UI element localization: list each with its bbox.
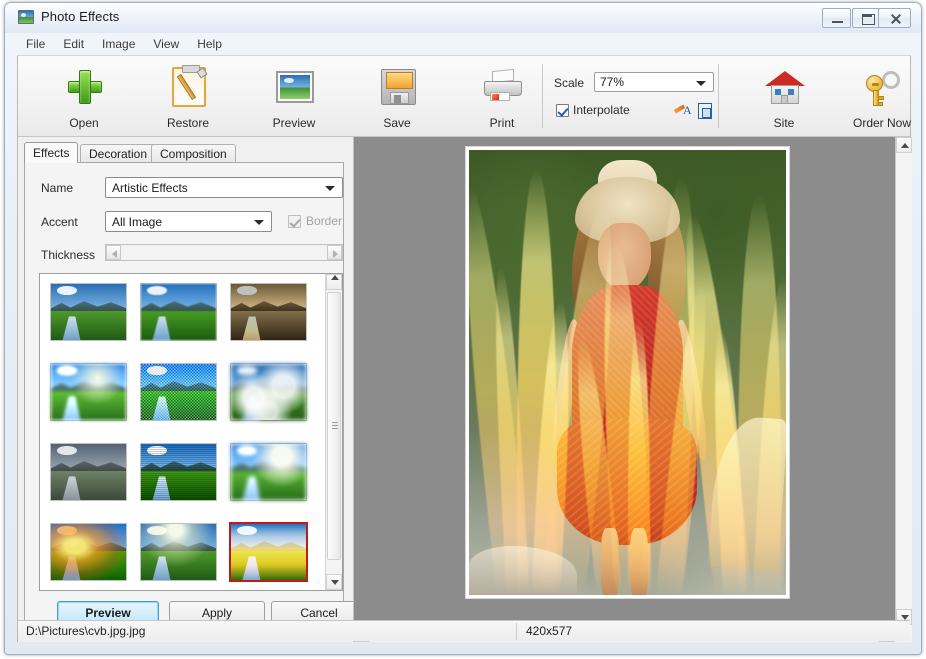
border-label: Border bbox=[306, 214, 343, 228]
client-area: Open Restore Preview Save Print Scale 77… bbox=[17, 55, 912, 642]
scroll-down-button[interactable] bbox=[326, 574, 342, 590]
chevron-down-icon bbox=[325, 186, 335, 191]
restore-button[interactable]: Restore bbox=[140, 62, 236, 132]
accent-combobox[interactable]: All Image bbox=[105, 211, 272, 232]
tab-effects[interactable]: Effects bbox=[24, 142, 79, 163]
interpolate-row: Interpolate A bbox=[554, 102, 714, 122]
preview-toolbar-button[interactable]: Preview bbox=[246, 62, 342, 132]
application-window: Photo Effects File Edit Image View Help … bbox=[4, 2, 922, 655]
thickness-label: Thickness bbox=[41, 248, 96, 262]
title-bar: Photo Effects bbox=[5, 3, 921, 33]
printer-icon bbox=[478, 64, 526, 112]
site-button-label: Site bbox=[773, 116, 795, 130]
status-file-path: D:\Pictures\cvb.jpg.jpg bbox=[26, 624, 146, 638]
left-panel: Effects Decoration Composition Name Arti… bbox=[18, 137, 367, 642]
save-button-label: Save bbox=[383, 116, 411, 130]
menu-item-image[interactable]: Image bbox=[93, 35, 144, 54]
toolbar-separator bbox=[542, 64, 543, 128]
preview-button-label: Preview bbox=[272, 116, 316, 130]
toolbar-separator bbox=[718, 64, 719, 128]
clipboard-pencil-icon bbox=[164, 64, 212, 112]
interpolate-checkbox[interactable] bbox=[556, 104, 569, 117]
scrollbar-thumb[interactable] bbox=[327, 292, 341, 560]
menu-bar: File Edit Image View Help bbox=[17, 35, 911, 54]
print-button-label: Print bbox=[489, 116, 515, 130]
thumbnail-original[interactable] bbox=[50, 283, 127, 341]
thumbnail-soft-focus[interactable] bbox=[140, 283, 217, 341]
plus-icon bbox=[60, 64, 108, 112]
scale-value: 77% bbox=[600, 75, 625, 89]
print-button[interactable]: Print bbox=[454, 62, 550, 132]
toolbar: Open Restore Preview Save Print Scale 77… bbox=[18, 56, 911, 137]
thumbnail-bloom[interactable] bbox=[230, 443, 307, 501]
scale-group: Scale 77% Interpolate A bbox=[554, 66, 714, 128]
thickness-slider bbox=[105, 244, 343, 261]
restore-button-label: Restore bbox=[166, 116, 210, 130]
image-viewport[interactable] bbox=[353, 137, 912, 642]
status-dimensions: 420x577 bbox=[526, 624, 573, 638]
photo-icon bbox=[18, 10, 34, 24]
window-title: Photo Effects bbox=[41, 9, 120, 24]
scale-combobox[interactable]: 77% bbox=[594, 72, 714, 92]
accent-value: All Image bbox=[112, 215, 163, 229]
preview-image bbox=[469, 150, 786, 595]
thumbnail-pointillize[interactable] bbox=[140, 363, 217, 421]
viewport-scroll-up-button[interactable] bbox=[896, 137, 912, 153]
tab-decoration[interactable]: Decoration bbox=[80, 144, 157, 163]
viewport-vertical-scrollbar[interactable] bbox=[895, 137, 912, 625]
house-icon bbox=[760, 64, 808, 112]
save-button[interactable]: Save bbox=[349, 62, 445, 132]
close-icon bbox=[879, 9, 910, 27]
site-button[interactable]: Site bbox=[736, 62, 832, 132]
menu-item-edit[interactable]: Edit bbox=[54, 35, 93, 54]
save-document-icon[interactable] bbox=[698, 103, 712, 119]
image-canvas bbox=[465, 146, 790, 599]
tab-strip: Effects Decoration Composition bbox=[24, 142, 344, 163]
floppy-disk-icon bbox=[373, 64, 421, 112]
thickness-increase-button bbox=[327, 245, 342, 260]
minimize-icon bbox=[823, 9, 850, 27]
thumbnail-sepia-dark[interactable] bbox=[230, 283, 307, 341]
thumbnail-clouds[interactable] bbox=[230, 363, 307, 421]
photo-icon bbox=[270, 64, 318, 112]
thumbnail-grayscale-tint[interactable] bbox=[50, 443, 127, 501]
thickness-decrease-button bbox=[106, 245, 121, 260]
key-icon bbox=[858, 64, 906, 112]
thumbnail-sunburst[interactable] bbox=[140, 523, 217, 581]
thumbnail-sunset[interactable] bbox=[50, 523, 127, 581]
status-separator bbox=[516, 623, 517, 640]
order-now-button-label: Order Now bbox=[852, 116, 911, 130]
scale-label: Scale bbox=[554, 76, 585, 90]
effect-name-combobox[interactable]: Artistic Effects bbox=[105, 177, 343, 198]
chevron-down-icon bbox=[696, 81, 706, 86]
effects-thumbnail-list[interactable] bbox=[39, 273, 343, 591]
chevron-down-icon bbox=[254, 220, 264, 225]
text-tool-icon[interactable]: A bbox=[673, 103, 692, 119]
interpolate-label: Interpolate bbox=[573, 103, 630, 117]
order-now-button[interactable]: Order Now bbox=[830, 62, 926, 132]
menu-item-help[interactable]: Help bbox=[188, 35, 231, 54]
thumbnail-scrollbar[interactable] bbox=[325, 274, 342, 590]
maximize-icon bbox=[853, 9, 880, 27]
minimize-button[interactable] bbox=[822, 8, 851, 28]
open-button[interactable]: Open bbox=[36, 62, 132, 132]
open-button-label: Open bbox=[69, 116, 99, 130]
tab-composition[interactable]: Composition bbox=[151, 144, 236, 163]
effect-name-value: Artistic Effects bbox=[112, 181, 188, 195]
menu-item-view[interactable]: View bbox=[144, 35, 188, 54]
close-button[interactable] bbox=[878, 8, 911, 28]
thumbnail-grain[interactable] bbox=[140, 443, 217, 501]
status-bar: D:\Pictures\cvb.jpg.jpg 420x577 bbox=[18, 620, 910, 641]
menu-item-file[interactable]: File bbox=[17, 35, 54, 54]
border-checkbox bbox=[288, 215, 301, 228]
accent-label: Accent bbox=[41, 215, 78, 229]
effects-tab-page: Name Artistic Effects Accent All Image B… bbox=[24, 162, 367, 637]
scroll-up-button[interactable] bbox=[326, 274, 342, 290]
thumbnail-fire[interactable] bbox=[229, 522, 308, 582]
name-label: Name bbox=[41, 181, 74, 195]
thumbnail-grid bbox=[40, 274, 326, 590]
maximize-button[interactable] bbox=[852, 8, 881, 28]
thumbnail-glow[interactable] bbox=[50, 363, 127, 421]
